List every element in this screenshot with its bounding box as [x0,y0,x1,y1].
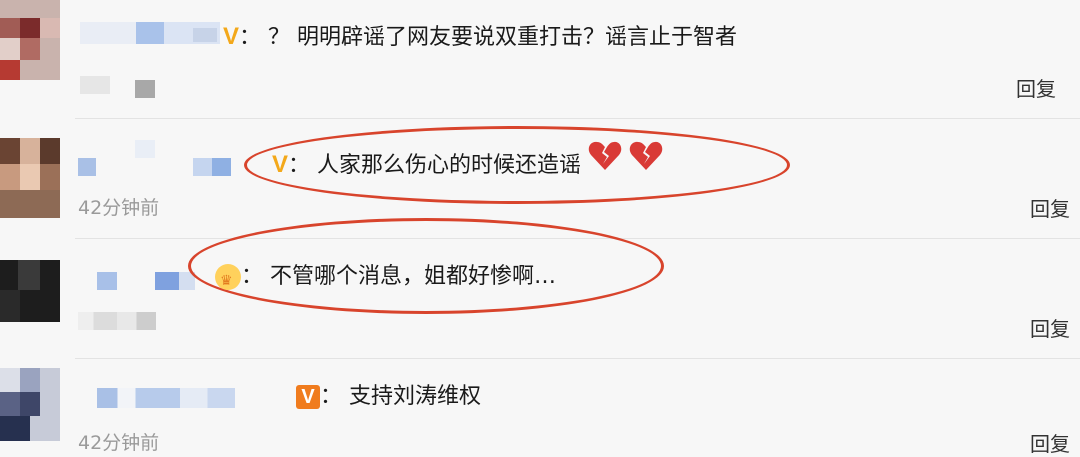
timestamp: 42分钟前 [78,197,160,219]
comment-text: V： 人家那么伤心的时候还造谣 [272,140,663,181]
comment-content: ： ？ 明明辟谣了网友要说双重打击？谣言止于智者 [239,25,738,50]
timestamp-blur [135,80,155,98]
divider [75,358,1080,359]
username[interactable] [193,158,231,176]
comment-content: ： 支持刘涛维权 [320,384,481,409]
reply-button[interactable]: 回复 [1030,193,1070,222]
comment-row: V： 人家那么伤心的时候还造谣 42分钟前 回复 [0,120,1080,240]
username[interactable] [78,158,96,176]
comment-row: V： ？ 明明辟谣了网友要说双重打击？谣言止于智者 回复 [0,0,1080,120]
timestamp-blur [78,312,156,330]
comment-text: V： ？ 明明辟谣了网友要说双重打击？谣言止于智者 [223,22,737,53]
user-tag [193,28,217,42]
avatar[interactable] [0,260,60,322]
avatar[interactable] [0,138,60,218]
reply-button[interactable]: 回复 [1030,428,1070,457]
comment-content: ： 不管哪个消息，姐都好惨啊… [241,264,556,289]
reply-button[interactable]: 回复 [1030,313,1070,342]
comment-row: V： 支持刘涛维权 42分钟前 回复 [0,360,1080,456]
username[interactable] [135,140,155,158]
crown-badge-icon: ♛ [215,264,241,290]
comment-text: V： 支持刘涛维权 [296,382,481,412]
verified-v-icon: V [272,151,289,178]
username[interactable] [155,272,195,290]
comment-row: ♛： 不管哪个消息，姐都好惨啊… 回复 [0,218,1080,360]
reply-button[interactable]: 回复 [1016,73,1056,102]
divider [75,118,1080,119]
comment-text: ♛： 不管哪个消息，姐都好惨啊… [215,262,556,292]
avatar[interactable] [0,368,60,441]
timestamp: 42分钟前 [78,432,160,454]
avatar[interactable] [0,0,60,80]
broken-heart-icon [588,140,622,179]
verified-v-icon: V [296,385,320,409]
verified-v-icon: V [223,23,240,50]
username[interactable] [97,272,117,290]
comment-content: ： 人家那么伤心的时候还造谣 [288,153,582,178]
username[interactable] [97,388,235,408]
broken-heart-icon [629,140,663,179]
timestamp-blur [80,76,110,94]
